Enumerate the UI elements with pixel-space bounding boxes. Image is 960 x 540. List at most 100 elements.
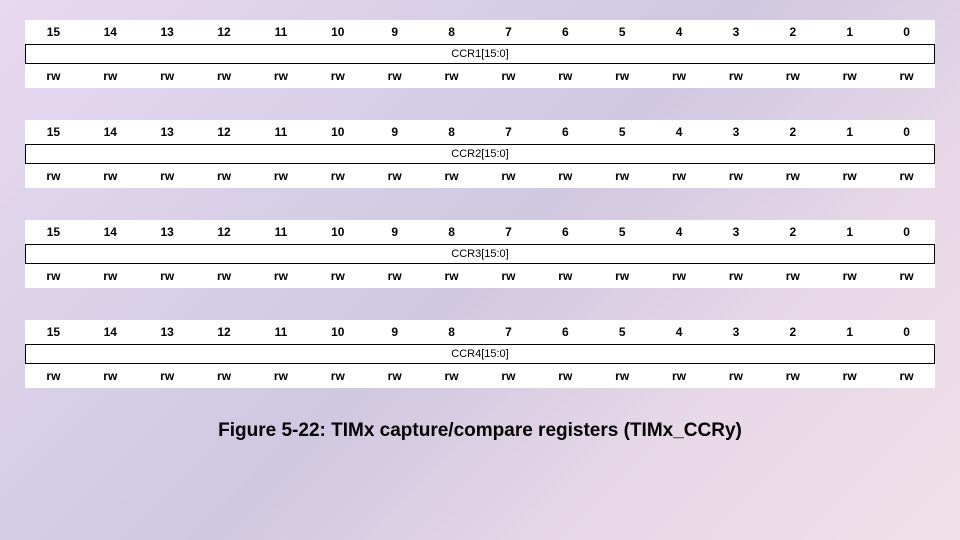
rw-label: rw xyxy=(423,69,480,83)
rw-label: rw xyxy=(651,169,708,183)
bit-label: 10 xyxy=(309,25,366,39)
bit-label: 6 xyxy=(537,125,594,139)
bit-label: 14 xyxy=(82,225,139,239)
rw-label: rw xyxy=(764,369,821,383)
rw-label: rw xyxy=(366,69,423,83)
rw-label: rw xyxy=(366,369,423,383)
bit-label: 11 xyxy=(253,225,310,239)
bit-label: 12 xyxy=(196,25,253,39)
rw-label: rw xyxy=(25,69,82,83)
bit-label: 2 xyxy=(764,225,821,239)
bit-label: 15 xyxy=(25,225,82,239)
rw-label: rw xyxy=(594,69,651,83)
rw-label: rw xyxy=(423,269,480,283)
bit-label: 14 xyxy=(82,325,139,339)
rw-label: rw xyxy=(821,269,878,283)
rw-label: rw xyxy=(423,169,480,183)
bit-label: 14 xyxy=(82,25,139,39)
rw-label: rw xyxy=(878,369,935,383)
bit-label: 15 xyxy=(25,25,82,39)
bit-label: 4 xyxy=(651,25,708,39)
bit-header-row: 15 14 13 12 11 10 9 8 7 6 5 4 3 2 1 0 xyxy=(25,220,935,244)
rw-row: rw rw rw rw rw rw rw rw rw rw rw rw rw r… xyxy=(25,64,935,88)
bit-label: 5 xyxy=(594,325,651,339)
bit-label: 12 xyxy=(196,125,253,139)
bit-label: 6 xyxy=(537,325,594,339)
bit-label: 15 xyxy=(25,325,82,339)
bit-label: 15 xyxy=(25,125,82,139)
bit-label: 0 xyxy=(878,225,935,239)
register-block-ccr3: 15 14 13 12 11 10 9 8 7 6 5 4 3 2 1 0 CC… xyxy=(25,220,935,288)
rw-label: rw xyxy=(537,369,594,383)
field-name: CCR1[15:0] xyxy=(25,44,935,64)
rw-label: rw xyxy=(594,369,651,383)
rw-label: rw xyxy=(878,269,935,283)
rw-label: rw xyxy=(764,169,821,183)
rw-label: rw xyxy=(480,169,537,183)
rw-label: rw xyxy=(651,369,708,383)
bit-label: 0 xyxy=(878,325,935,339)
rw-label: rw xyxy=(139,369,196,383)
bit-label: 3 xyxy=(708,125,765,139)
bit-label: 13 xyxy=(139,125,196,139)
bit-label: 6 xyxy=(537,25,594,39)
rw-label: rw xyxy=(537,169,594,183)
rw-label: rw xyxy=(139,69,196,83)
bit-label: 4 xyxy=(651,325,708,339)
rw-label: rw xyxy=(366,269,423,283)
rw-label: rw xyxy=(196,169,253,183)
rw-label: rw xyxy=(764,269,821,283)
bit-label: 5 xyxy=(594,25,651,39)
rw-label: rw xyxy=(25,169,82,183)
rw-label: rw xyxy=(708,369,765,383)
rw-label: rw xyxy=(196,69,253,83)
rw-label: rw xyxy=(594,169,651,183)
bit-header-row: 15 14 13 12 11 10 9 8 7 6 5 4 3 2 1 0 xyxy=(25,320,935,344)
bit-label: 11 xyxy=(253,125,310,139)
bit-label: 11 xyxy=(253,25,310,39)
bit-label: 1 xyxy=(821,25,878,39)
bit-label: 13 xyxy=(139,325,196,339)
bit-label: 10 xyxy=(309,125,366,139)
rw-label: rw xyxy=(651,69,708,83)
field-name: CCR4[15:0] xyxy=(25,344,935,364)
register-block-ccr1: 15 14 13 12 11 10 9 8 7 6 5 4 3 2 1 0 CC… xyxy=(25,20,935,88)
bit-label: 9 xyxy=(366,325,423,339)
rw-label: rw xyxy=(651,269,708,283)
bit-label: 3 xyxy=(708,325,765,339)
rw-label: rw xyxy=(366,169,423,183)
rw-label: rw xyxy=(878,169,935,183)
bit-label: 9 xyxy=(366,225,423,239)
bit-label: 10 xyxy=(309,225,366,239)
rw-label: rw xyxy=(25,269,82,283)
rw-label: rw xyxy=(708,169,765,183)
rw-label: rw xyxy=(821,69,878,83)
rw-label: rw xyxy=(139,169,196,183)
rw-label: rw xyxy=(25,369,82,383)
register-block-ccr4: 15 14 13 12 11 10 9 8 7 6 5 4 3 2 1 0 CC… xyxy=(25,320,935,388)
bit-label: 0 xyxy=(878,125,935,139)
figure-caption: Figure 5-22: TIMx capture/compare regist… xyxy=(25,420,935,442)
bit-header-row: 15 14 13 12 11 10 9 8 7 6 5 4 3 2 1 0 xyxy=(25,20,935,44)
rw-label: rw xyxy=(253,369,310,383)
rw-label: rw xyxy=(480,269,537,283)
rw-row: rw rw rw rw rw rw rw rw rw rw rw rw rw r… xyxy=(25,264,935,288)
rw-label: rw xyxy=(309,69,366,83)
bit-label: 8 xyxy=(423,125,480,139)
rw-label: rw xyxy=(309,169,366,183)
rw-label: rw xyxy=(537,69,594,83)
rw-label: rw xyxy=(764,69,821,83)
rw-label: rw xyxy=(537,269,594,283)
rw-row: rw rw rw rw rw rw rw rw rw rw rw rw rw r… xyxy=(25,364,935,388)
bit-label: 1 xyxy=(821,325,878,339)
rw-label: rw xyxy=(196,369,253,383)
rw-label: rw xyxy=(253,69,310,83)
bit-label: 0 xyxy=(878,25,935,39)
rw-label: rw xyxy=(821,369,878,383)
rw-label: rw xyxy=(821,169,878,183)
bit-label: 13 xyxy=(139,225,196,239)
bit-label: 7 xyxy=(480,325,537,339)
rw-label: rw xyxy=(253,269,310,283)
rw-label: rw xyxy=(480,369,537,383)
bit-label: 12 xyxy=(196,225,253,239)
